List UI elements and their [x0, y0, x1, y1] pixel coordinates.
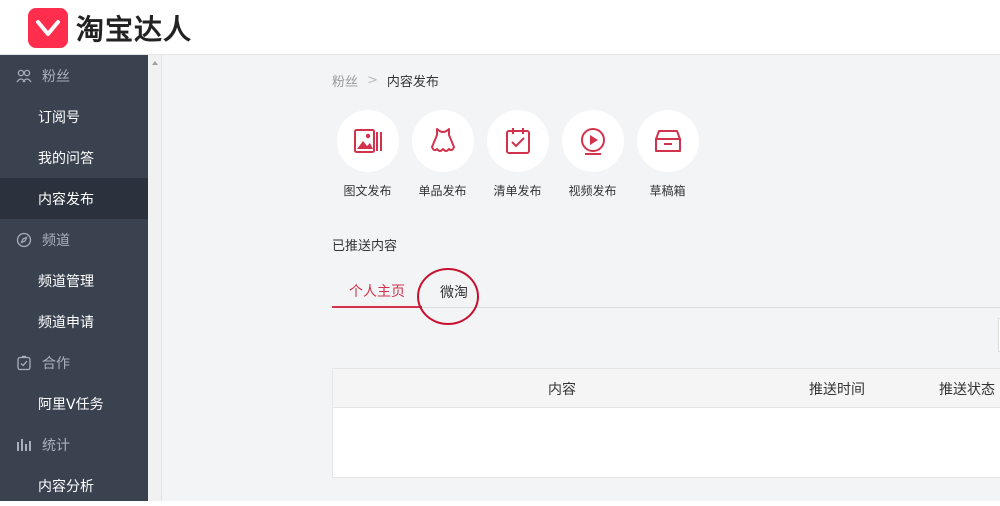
checklist-icon [486, 110, 549, 172]
drafts-box-label: 草稿箱 [649, 184, 686, 198]
bar-chart-icon [17, 438, 31, 451]
scroll-up-icon[interactable] [152, 61, 158, 65]
sidebar-scrollbar[interactable] [148, 55, 162, 501]
sidebar-group-cooperation[interactable]: 合作 [0, 342, 148, 383]
drafts-box-icon [636, 110, 699, 172]
publish-video-label: 视频发布 [568, 184, 617, 198]
publish-list-button[interactable]: 清单发布 [480, 110, 555, 199]
table-header: 内容 推送时间 推送状态 [333, 369, 1000, 408]
sidebar-item-subscription[interactable]: 订阅号 [0, 96, 148, 137]
breadcrumb-separator: > [367, 73, 378, 88]
breadcrumb: 粉丝 > 内容发布 [332, 71, 439, 90]
sidebar-group-label: 粉丝 [42, 68, 70, 85]
sidebar-group-channel[interactable]: 频道 [0, 219, 148, 260]
annotation-circle [417, 268, 479, 325]
logo-heart-icon [28, 8, 68, 48]
sidebar-group-label: 频道 [42, 232, 70, 249]
column-header-content: 内容 [548, 381, 576, 398]
video-play-icon [561, 110, 624, 172]
publish-list-label: 清单发布 [493, 184, 542, 198]
sidebar: 粉丝 订阅号 我的问答 内容发布 频道 频道管理 频道申请 合作 阿里V任务 统… [0, 55, 148, 501]
drafts-box-button[interactable]: 草稿箱 [630, 110, 705, 199]
publish-single-item-button[interactable]: 单品发布 [405, 110, 480, 199]
main-content: 粉丝 > 内容发布 图文发布 单品发布 清单发布 视频发布 草稿箱 已推送内容 … [162, 55, 1000, 501]
breadcrumb-parent[interactable]: 粉丝 [332, 71, 358, 90]
breadcrumb-current: 内容发布 [386, 75, 439, 90]
pushed-content-table: 内容 推送时间 推送状态 [332, 368, 1000, 478]
compass-icon [16, 232, 32, 247]
column-header-push-time: 推送时间 [809, 381, 865, 398]
column-header-push-status: 推送状态 [939, 381, 995, 398]
logo[interactable]: 淘宝达人 [28, 8, 192, 48]
fans-icon [16, 69, 32, 82]
sidebar-item-channel-manage[interactable]: 频道管理 [0, 260, 148, 301]
sidebar-group-label: 合作 [42, 355, 70, 372]
publish-options: 图文发布 单品发布 清单发布 视频发布 草稿箱 [330, 110, 705, 199]
sidebar-item-content-publish[interactable]: 内容发布 [0, 178, 148, 219]
publish-image-text-button[interactable]: 图文发布 [330, 110, 405, 199]
tab-personal-homepage[interactable]: 个人主页 [332, 275, 422, 308]
sidebar-group-fans[interactable]: 粉丝 [0, 55, 148, 96]
sidebar-group-label: 统计 [42, 437, 70, 454]
clipboard-check-icon [17, 355, 31, 370]
dress-icon [411, 110, 474, 172]
sidebar-item-my-qa[interactable]: 我的问答 [0, 137, 148, 178]
publish-video-button[interactable]: 视频发布 [555, 110, 630, 199]
logo-text: 淘宝达人 [76, 13, 193, 46]
sidebar-item-ali-v-task[interactable]: 阿里V任务 [0, 383, 148, 424]
sidebar-item-content-analysis[interactable]: 内容分析 [0, 465, 148, 506]
top-bar: 淘宝达人 [0, 0, 1000, 55]
publish-image-text-label: 图文发布 [343, 184, 392, 198]
sidebar-item-channel-apply[interactable]: 频道申请 [0, 301, 148, 342]
publish-single-item-label: 单品发布 [418, 184, 467, 198]
image-text-icon [336, 110, 399, 172]
sidebar-group-statistics[interactable]: 统计 [0, 424, 148, 465]
pushed-content-title: 已推送内容 [332, 239, 398, 254]
